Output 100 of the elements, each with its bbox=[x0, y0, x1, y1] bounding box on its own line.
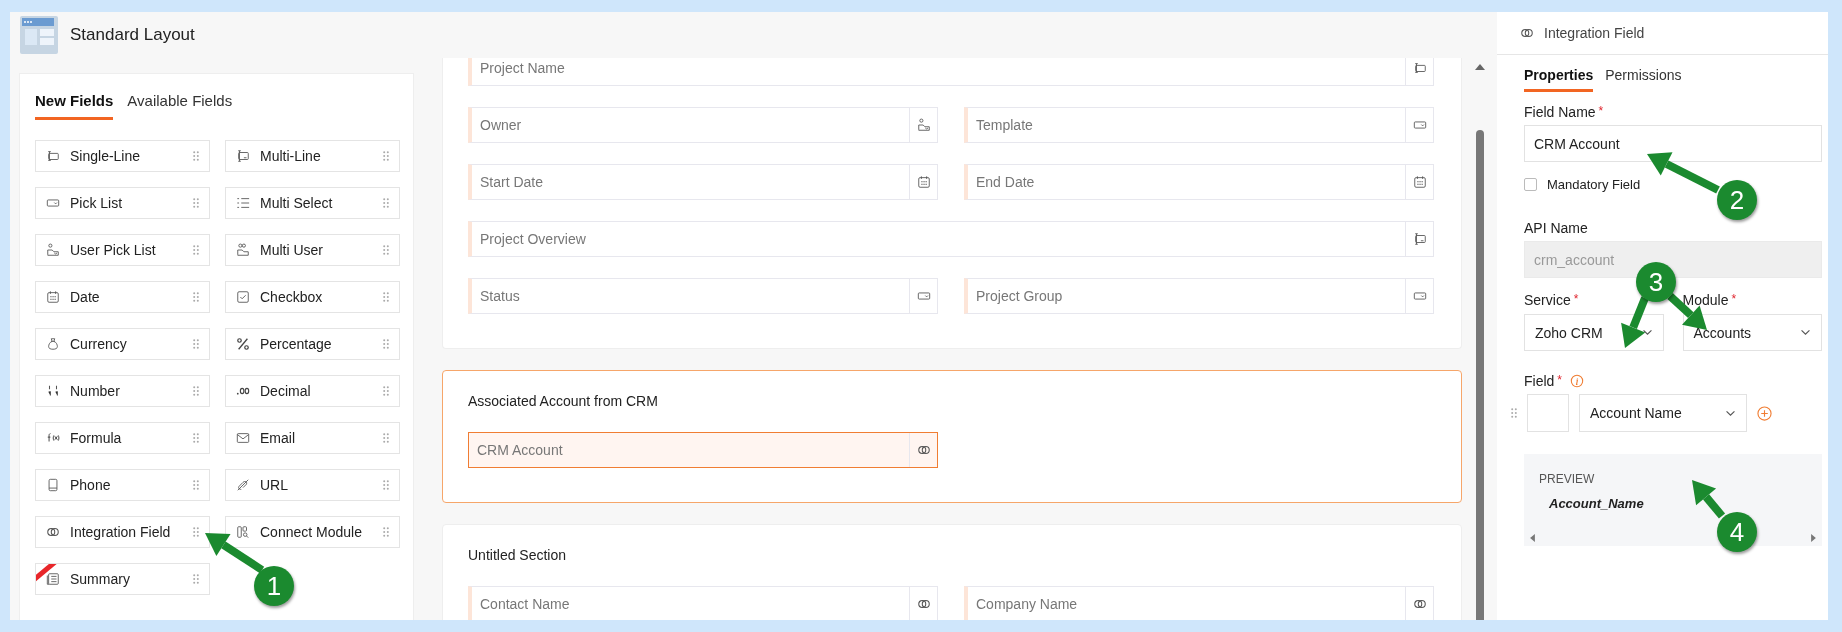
drag-handle-icon[interactable] bbox=[383, 151, 389, 161]
field-type-item[interactable]: Email bbox=[225, 422, 400, 454]
field-type-item[interactable]: Pick List bbox=[35, 187, 210, 219]
field-type-item[interactable]: Date bbox=[35, 281, 210, 313]
mandatory-checkbox[interactable] bbox=[1524, 178, 1537, 191]
calendar-icon bbox=[916, 175, 931, 189]
input-field[interactable] bbox=[1527, 394, 1569, 432]
api-name-label: API Name bbox=[1524, 220, 1588, 236]
field-type-item[interactable]: Multi-Line bbox=[225, 140, 400, 172]
page-title: Standard Layout bbox=[70, 25, 195, 45]
layout-field[interactable]: Template bbox=[964, 107, 1434, 143]
section-title: Untitled Section bbox=[468, 547, 568, 563]
drag-handle-icon[interactable] bbox=[193, 433, 199, 443]
section-card[interactable]: Untitled Section Contact Name Company Name bbox=[442, 524, 1462, 620]
drag-handle-icon[interactable] bbox=[383, 245, 389, 255]
field-type-item[interactable]: Percentage bbox=[225, 328, 400, 360]
field-type-label: Decimal bbox=[260, 383, 312, 399]
drag-handle-icon[interactable] bbox=[193, 574, 199, 584]
properties-tab[interactable]: Permissions bbox=[1605, 67, 1682, 92]
select-dropdown[interactable]: Account Name bbox=[1579, 394, 1747, 432]
drag-handle-icon[interactable] bbox=[383, 433, 389, 443]
drag-handle-icon[interactable] bbox=[193, 151, 199, 161]
field-type-item[interactable]: Formula bbox=[35, 422, 210, 454]
drag-handle-icon[interactable] bbox=[193, 245, 199, 255]
field-type-item[interactable]: Connect Module bbox=[225, 516, 400, 548]
field-type-item[interactable]: Number bbox=[35, 375, 210, 407]
calendar-icon bbox=[46, 290, 60, 304]
properties-tab[interactable]: Properties bbox=[1524, 67, 1594, 92]
field-type-label: Percentage bbox=[260, 336, 333, 352]
field-type-label: Integration Field bbox=[70, 524, 172, 540]
layout-field[interactable]: Status bbox=[468, 278, 938, 314]
envelope-icon bbox=[236, 431, 250, 445]
drag-handle-icon[interactable] bbox=[383, 339, 389, 349]
text-field-icon bbox=[1412, 61, 1427, 75]
number-grid-icon bbox=[46, 384, 60, 398]
layout-field[interactable]: Company Name bbox=[964, 586, 1434, 620]
layout-field[interactable]: Owner bbox=[468, 107, 938, 143]
user-icon bbox=[46, 243, 60, 257]
palette-tab[interactable]: Available Fields bbox=[127, 92, 233, 120]
scroll-right-icon[interactable] bbox=[1811, 534, 1816, 542]
dropdown-icon bbox=[46, 196, 60, 210]
layout-field[interactable]: Project Name bbox=[468, 58, 1434, 86]
layout-field[interactable]: Start Date bbox=[468, 164, 938, 200]
field-label: Project Overview bbox=[479, 231, 587, 247]
field-label: CRM Account bbox=[476, 442, 564, 458]
layout-field[interactable]: Project Overview bbox=[468, 221, 1434, 257]
drag-handle-icon[interactable] bbox=[193, 292, 199, 302]
layout-field[interactable]: CRM Account bbox=[468, 432, 938, 468]
linked-rings-icon bbox=[1412, 597, 1427, 611]
field-type-item[interactable]: URL bbox=[225, 469, 400, 501]
drag-handle-icon[interactable] bbox=[193, 198, 199, 208]
field-type-item[interactable]: Decimal bbox=[225, 375, 400, 407]
drag-handle-icon[interactable] bbox=[1511, 408, 1517, 418]
drag-handle-icon[interactable] bbox=[193, 386, 199, 396]
drag-handle-icon[interactable] bbox=[383, 527, 389, 537]
field-type-item[interactable]: Summary bbox=[35, 563, 210, 595]
add-icon[interactable] bbox=[1757, 405, 1772, 421]
callout-arrow bbox=[1692, 480, 1726, 519]
section-title: Associated Account from CRM bbox=[468, 393, 659, 409]
field-type-item[interactable]: Multi User bbox=[225, 234, 400, 266]
palette-tab[interactable]: New Fields bbox=[35, 92, 114, 120]
field-type-label: Number bbox=[70, 383, 121, 399]
dropdown-icon bbox=[1412, 289, 1427, 303]
select-dropdown[interactable]: Zoho CRM bbox=[1524, 314, 1664, 351]
field-type-label: Email bbox=[260, 430, 296, 446]
scroll-left-icon[interactable] bbox=[1530, 534, 1535, 542]
field-type-item[interactable]: Currency bbox=[35, 328, 210, 360]
layout-field[interactable]: End Date bbox=[964, 164, 1434, 200]
layout-field[interactable]: Project Group bbox=[964, 278, 1434, 314]
calendar-icon bbox=[1412, 175, 1427, 189]
field-type-item[interactable]: User Pick List bbox=[35, 234, 210, 266]
field-type-item[interactable]: Single-Line bbox=[35, 140, 210, 172]
drag-handle-icon[interactable] bbox=[383, 480, 389, 490]
field-type-label: Single-Line bbox=[70, 148, 142, 164]
field-type-item[interactable]: Multi Select bbox=[225, 187, 400, 219]
section-card[interactable]: Associated Account from CRM CRM Account bbox=[442, 370, 1462, 503]
chevron-down-icon bbox=[1800, 329, 1811, 336]
field-name-input[interactable]: CRM Account bbox=[1524, 125, 1822, 162]
field-type-label: User Pick List bbox=[70, 242, 157, 258]
field-type-item[interactable]: Checkbox bbox=[225, 281, 400, 313]
drag-handle-icon[interactable] bbox=[383, 292, 389, 302]
layout-field[interactable]: Contact Name bbox=[468, 586, 938, 620]
drag-handle-icon[interactable] bbox=[193, 339, 199, 349]
drag-handle-icon[interactable] bbox=[193, 527, 199, 537]
section-card[interactable]: Project Name Owner Template Start Date End Date Project Overview Status Project Group bbox=[442, 58, 1462, 349]
text-area-icon bbox=[1412, 232, 1427, 246]
phone-icon bbox=[46, 478, 60, 492]
drag-handle-icon[interactable] bbox=[193, 480, 199, 490]
preview-value: Account_Name bbox=[1549, 496, 1645, 511]
scroll-up-icon[interactable] bbox=[1475, 64, 1485, 70]
linked-rings-icon bbox=[46, 525, 60, 539]
info-icon[interactable] bbox=[1570, 374, 1585, 388]
select-dropdown[interactable]: Accounts bbox=[1682, 314, 1822, 351]
field-type-item[interactable]: Integration Field bbox=[35, 516, 210, 548]
scroll-thumb[interactable] bbox=[1476, 130, 1484, 620]
text-field-icon bbox=[46, 149, 60, 163]
drag-handle-icon[interactable] bbox=[383, 386, 389, 396]
field-type-item[interactable]: Phone bbox=[35, 469, 210, 501]
drag-handle-icon[interactable] bbox=[383, 198, 389, 208]
field-type-label: Formula bbox=[70, 430, 123, 446]
